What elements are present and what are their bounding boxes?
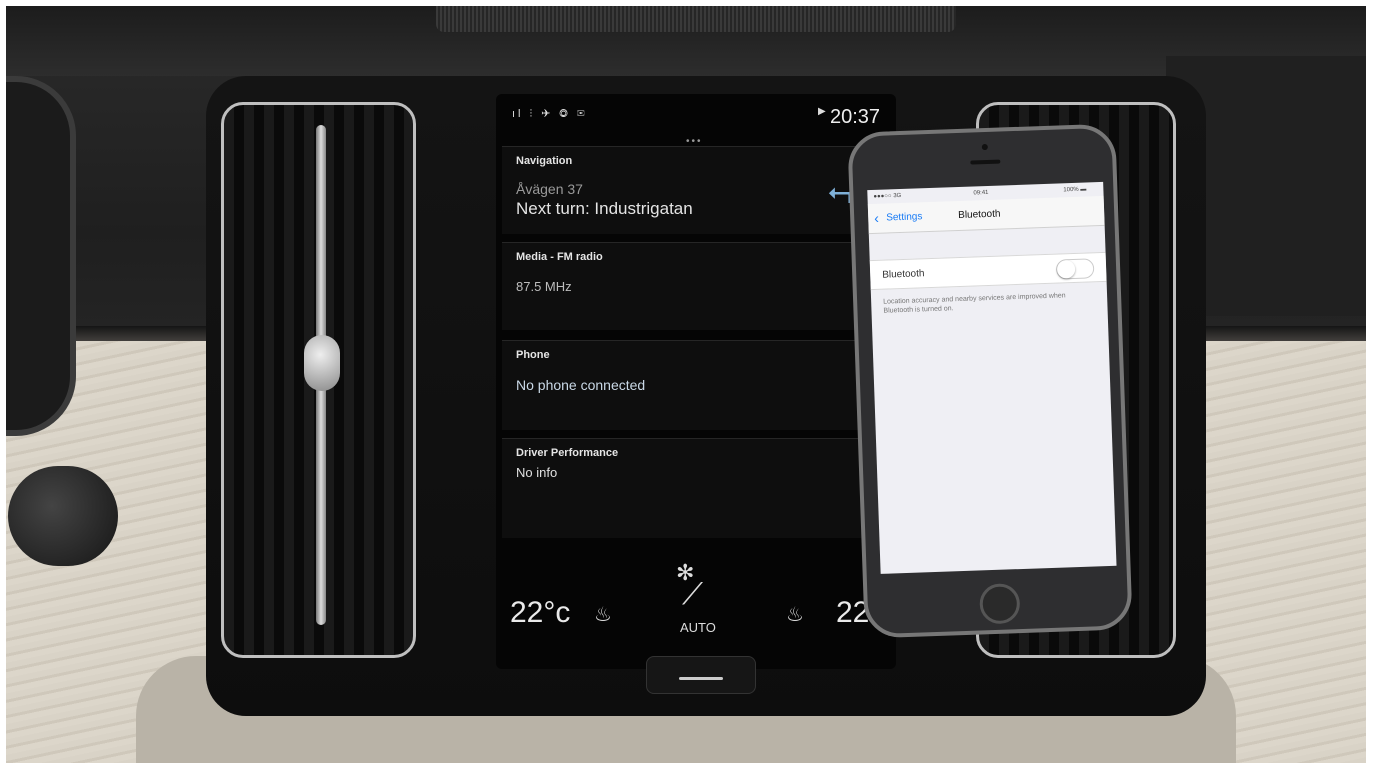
- seat-heat-icon[interactable]: ♨: [786, 602, 804, 627]
- driver-performance-info: No info: [516, 465, 558, 480]
- navigation-address: Åvägen 37: [516, 181, 583, 197]
- phone-camera: [981, 143, 988, 151]
- bluetooth-note: Location accuracy and nearby services ar…: [883, 292, 1066, 315]
- climate-icon[interactable]: ⟋: [682, 578, 703, 612]
- back-button[interactable]: Settings: [886, 211, 923, 223]
- phone-screen: ●●●○○ 3G 09:41 100% ▬ ‹ Settings Bluetoo…: [867, 181, 1117, 574]
- tile-title: Phone: [516, 349, 550, 361]
- tile-phone[interactable]: Phone No phone connected: [502, 340, 890, 430]
- navigation-next-turn: Next turn: Industrigatan: [516, 199, 693, 218]
- status-bar: ıl ⫶ ✈ ◎ ✉ ▶ 20:37: [496, 94, 896, 138]
- carrier: ●●●○○ 3G: [873, 192, 902, 200]
- phone-speaker: [970, 159, 1001, 165]
- seat-heat-icon[interactable]: ♨: [594, 602, 612, 627]
- phone-page-title: Bluetooth: [958, 208, 1001, 222]
- home-button[interactable]: [646, 656, 756, 694]
- center-display: ıl ⫶ ✈ ◎ ✉ ▶ 20:37 ••• Navigation Åvägen…: [496, 94, 896, 669]
- play-icon: ▶: [818, 106, 826, 117]
- car-dashboard-scene: ıl ⫶ ✈ ◎ ✉ ▶ 20:37 ••• Navigation Åvägen…: [6, 6, 1366, 763]
- home-line: [679, 677, 723, 680]
- back-chevron-icon[interactable]: ‹: [874, 210, 879, 226]
- toggle-knob: [1056, 259, 1076, 279]
- instrument-cluster: [6, 76, 76, 436]
- clock: 20:37: [830, 106, 881, 128]
- smartphone: ●●●○○ 3G 09:41 100% ▬ ‹ Settings Bluetoo…: [847, 123, 1133, 639]
- tile-title: Media - FM radio: [516, 251, 603, 263]
- phone-connection-status: No phone connected: [516, 377, 646, 393]
- radio-frequency: 87.5 MHz: [516, 279, 572, 294]
- bluetooth-toggle[interactable]: [1055, 258, 1095, 280]
- tile-media[interactable]: Media - FM radio 87.5 MHz: [502, 242, 890, 330]
- bluetooth-row: Bluetooth: [869, 251, 1107, 291]
- left-air-vent: [221, 102, 416, 658]
- bluetooth-label: Bluetooth: [882, 268, 925, 281]
- control-knob: [8, 466, 118, 566]
- phone-time: 09:41: [973, 189, 989, 197]
- phone-home-button[interactable]: [979, 583, 1021, 625]
- climate-auto-label[interactable]: AUTO: [680, 620, 716, 635]
- tile-title: Navigation: [516, 155, 573, 167]
- vent-knob: [304, 335, 340, 391]
- signal-icon: ıl ⫶ ✈ ◎ ✉: [512, 108, 588, 120]
- speaker-grille: [436, 6, 956, 32]
- battery-indicator: 100% ▬: [1063, 186, 1087, 194]
- temp-left[interactable]: 22°c: [510, 596, 570, 630]
- climate-bar: 22°c ♨ ✻ ⟋ AUTO ♨ 22°c: [496, 554, 896, 664]
- tile-driver-performance[interactable]: Driver Performance No info: [502, 438, 890, 538]
- tile-title: Driver Performance: [516, 447, 619, 459]
- tile-navigation[interactable]: Navigation Åvägen 37 Next turn: Industri…: [502, 146, 890, 234]
